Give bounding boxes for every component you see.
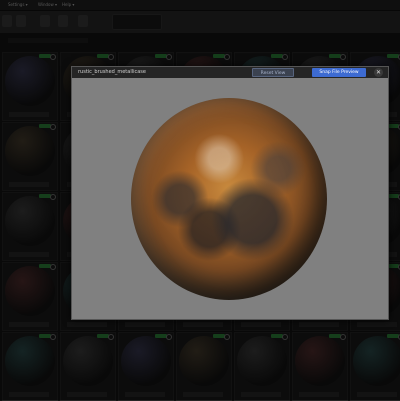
modal-header: rustic_brushed_metallicase Reset View Sn… [72, 67, 388, 78]
preview-viewport[interactable] [72, 78, 388, 319]
reset-view-button[interactable]: Reset View [252, 68, 294, 77]
preview-modal: rustic_brushed_metallicase Reset View Sn… [71, 66, 389, 320]
material-sphere-preview[interactable] [131, 98, 327, 300]
modal-title: rustic_brushed_metallicase [78, 69, 146, 75]
snap-file-preview-button[interactable]: Snap File Preview [312, 68, 366, 77]
close-icon[interactable]: ✕ [374, 68, 383, 77]
